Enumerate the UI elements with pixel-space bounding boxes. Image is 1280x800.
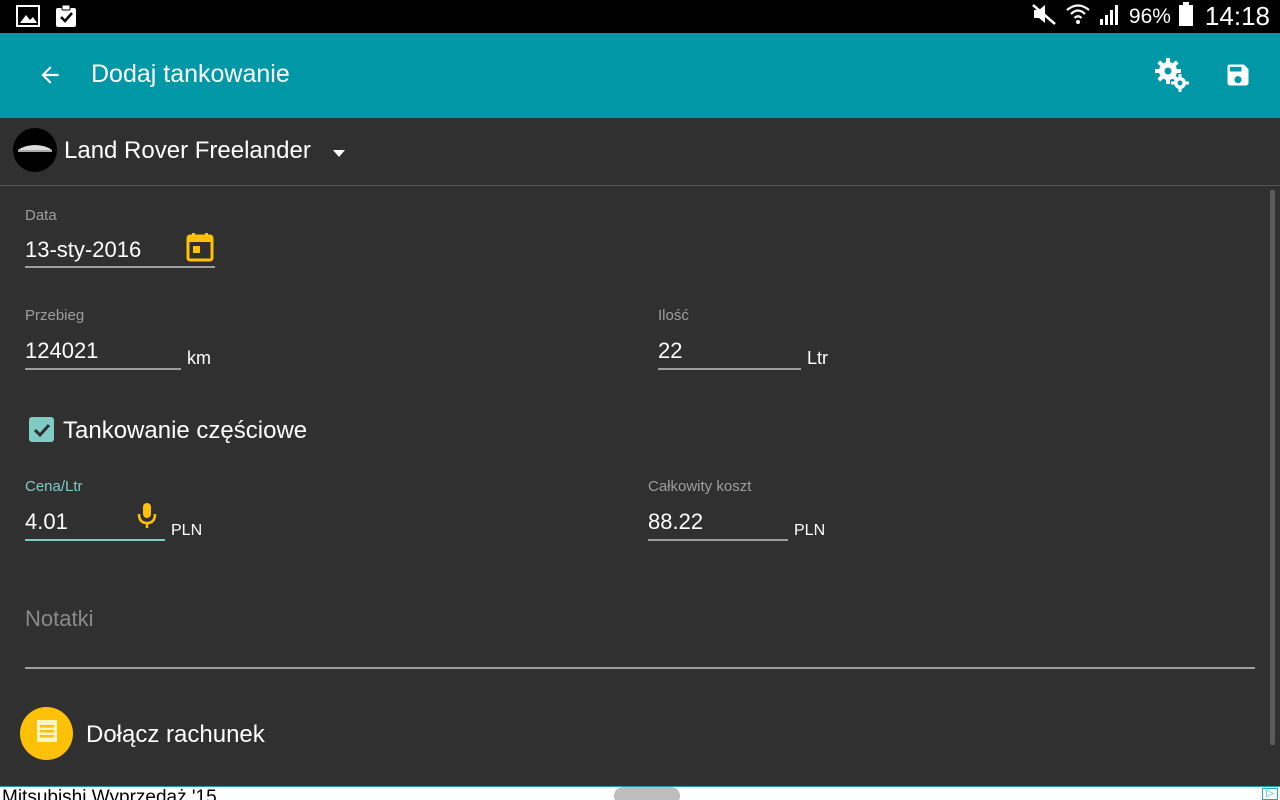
battery-percent: 96% xyxy=(1128,4,1171,28)
total-cost-label: Całkowity koszt xyxy=(648,478,752,495)
price-unit: PLN xyxy=(171,522,203,539)
calendar-icon[interactable] xyxy=(186,232,214,267)
signal-icon xyxy=(1099,2,1121,31)
date-field[interactable]: 13-sty-2016 xyxy=(25,237,141,263)
attach-receipt-label[interactable]: Dołącz rachunek xyxy=(86,721,265,749)
mileage-unit: km xyxy=(187,348,211,368)
clock: 14:18 xyxy=(1204,1,1270,31)
vehicle-selector[interactable]: Land Rover Freelander xyxy=(0,118,1280,186)
price-underline xyxy=(25,539,165,541)
arrow-left-icon[interactable] xyxy=(33,58,67,92)
mute-icon xyxy=(1031,2,1057,31)
date-underline xyxy=(25,266,215,268)
quantity-unit: Ltr xyxy=(807,348,829,368)
total-cost-unit: PLN xyxy=(794,522,826,539)
date-label: Data xyxy=(25,207,57,224)
app-toolbar: Dodaj tankowanie xyxy=(0,33,1280,118)
price-field[interactable]: 4.01 xyxy=(25,509,68,535)
partial-fill-checkbox[interactable] xyxy=(29,417,54,442)
ad-text[interactable]: Mitsubishi Wyprzedaż '15 xyxy=(2,788,217,800)
mileage-label: Przebieg xyxy=(25,307,85,324)
mileage-underline xyxy=(25,368,181,370)
quantity-underline xyxy=(658,368,801,370)
attach-receipt-button[interactable] xyxy=(20,707,73,760)
battery-icon xyxy=(1178,2,1193,31)
ad-choices-icon[interactable]: ▷ xyxy=(1262,788,1278,800)
mileage-field[interactable]: 124021 xyxy=(25,338,98,364)
notes-field[interactable]: Notatki xyxy=(25,606,93,632)
quantity-field[interactable]: 22 xyxy=(658,338,682,364)
receipt-icon xyxy=(34,717,60,750)
total-cost-field[interactable]: 88.22 xyxy=(648,509,703,535)
page-title: Dodaj tankowanie xyxy=(91,60,290,88)
microphone-icon[interactable] xyxy=(137,502,157,535)
partial-fill-label[interactable]: Tankowanie częściowe xyxy=(63,417,307,445)
save-icon[interactable] xyxy=(1218,55,1258,95)
scrollbar[interactable] xyxy=(1270,190,1275,745)
quantity-label: Ilość xyxy=(658,307,689,324)
settings-icon[interactable] xyxy=(1152,55,1192,95)
price-label: Cena/Ltr xyxy=(25,478,83,495)
wifi-icon xyxy=(1065,1,1091,32)
total-cost-underline xyxy=(648,539,788,541)
clipboard-check-icon xyxy=(54,4,78,33)
notes-underline xyxy=(25,667,1255,669)
status-bar: 96% 14:18 xyxy=(0,0,1280,33)
dropdown-arrow-icon[interactable] xyxy=(330,146,348,164)
ad-handle[interactable] xyxy=(614,787,680,800)
gallery-icon xyxy=(16,4,40,33)
vehicle-avatar xyxy=(13,128,57,172)
vehicle-name: Land Rover Freelander xyxy=(64,137,311,164)
